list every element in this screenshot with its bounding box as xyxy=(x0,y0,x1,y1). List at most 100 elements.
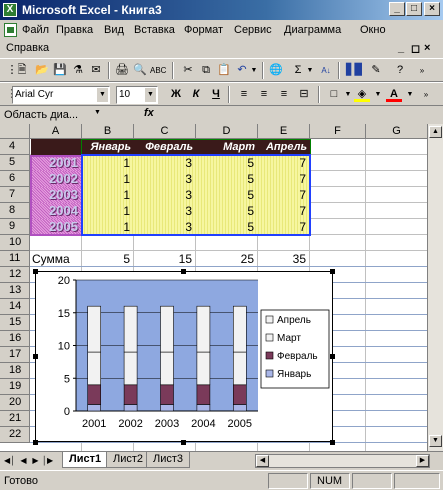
bar-segment[interactable] xyxy=(123,384,138,405)
bar-segment[interactable] xyxy=(160,404,174,412)
sum-label[interactable]: Сумма xyxy=(32,251,82,267)
x-tick-label[interactable]: 2001 xyxy=(82,418,106,430)
legend-label[interactable]: Апрель xyxy=(277,315,311,326)
row-header[interactable]: 17 xyxy=(0,347,30,363)
font-color-dropdown-icon[interactable]: ▼ xyxy=(402,87,418,102)
underline-button[interactable]: Ч xyxy=(208,87,224,102)
tab-sheet2[interactable]: Лист2 xyxy=(106,452,151,468)
first-sheet-icon[interactable]: ◀│ xyxy=(4,454,15,467)
chart-handle-mr[interactable] xyxy=(330,354,335,359)
name-box-dropdown-icon[interactable]: ▼ xyxy=(94,109,101,116)
bar-segment[interactable] xyxy=(87,351,102,386)
x-tick-label[interactable]: 2002 xyxy=(118,418,142,430)
fill-color-dropdown-icon[interactable]: ▼ xyxy=(370,87,386,102)
bar-segment[interactable] xyxy=(196,404,211,412)
menu-file[interactable]: Файл xyxy=(22,24,49,36)
legend-label[interactable]: Март xyxy=(277,333,301,344)
menu-chart[interactable]: Диаграмма xyxy=(284,24,341,36)
menu-tools[interactable]: Сервис xyxy=(234,24,272,36)
row-header[interactable]: 20 xyxy=(0,395,30,411)
y-tick-label[interactable]: 15 xyxy=(58,308,70,320)
bar-segment[interactable] xyxy=(123,305,138,353)
cut-icon[interactable]: ✂ xyxy=(180,63,196,78)
align-left-icon[interactable]: ≡ xyxy=(236,87,252,102)
select-all-corner[interactable] xyxy=(0,124,30,139)
chart-handle-bl[interactable] xyxy=(33,440,38,445)
toolbar-options-icon[interactable]: » xyxy=(414,63,430,78)
row-header[interactable]: 15 xyxy=(0,315,30,331)
bar-segment[interactable] xyxy=(87,404,102,412)
bar-segment[interactable] xyxy=(123,351,138,386)
row-header[interactable]: 6 xyxy=(0,171,30,187)
align-center-icon[interactable]: ≡ xyxy=(256,87,272,102)
toolbar-options-icon-2[interactable]: » xyxy=(418,87,434,102)
row-header[interactable]: 21 xyxy=(0,411,30,427)
menu-insert[interactable]: Вставка xyxy=(134,24,175,36)
legend-label[interactable]: Февраль xyxy=(277,351,318,362)
row-header[interactable]: 7 xyxy=(0,187,30,203)
chart-handle-tc[interactable] xyxy=(181,269,186,274)
bar-segment[interactable] xyxy=(233,351,247,386)
bar-segment[interactable] xyxy=(160,305,174,353)
autosum-dropdown-icon[interactable]: ▼ xyxy=(302,63,318,78)
menu-view[interactable]: Вид xyxy=(104,24,124,36)
doc-minimize-button[interactable]: _ xyxy=(398,42,404,54)
font-size-combo[interactable]: 10 ▼ xyxy=(116,86,158,104)
maximize-button[interactable]: □ xyxy=(406,2,422,16)
font-color-icon[interactable]: A xyxy=(386,87,402,102)
column-header[interactable]: B xyxy=(82,124,134,139)
y-tick-label[interactable]: 5 xyxy=(64,373,70,385)
bold-button[interactable]: Ж xyxy=(168,87,184,102)
fx-icon[interactable]: fx xyxy=(144,107,154,119)
row-header[interactable]: 19 xyxy=(0,379,30,395)
permission-icon[interactable]: ⚗ xyxy=(70,63,86,78)
scroll-down-icon[interactable]: ▼ xyxy=(429,435,442,447)
chart-handle-tr[interactable] xyxy=(330,269,335,274)
font-name-dropdown-icon[interactable]: ▼ xyxy=(97,88,108,102)
column-header[interactable]: C xyxy=(134,124,196,139)
close-button[interactable]: × xyxy=(424,2,440,16)
bar-segment[interactable] xyxy=(87,305,102,353)
row-header[interactable]: 10 xyxy=(0,235,30,251)
row-header[interactable]: 9 xyxy=(0,219,30,235)
bar-segment[interactable] xyxy=(160,351,174,386)
spelling-icon[interactable]: ABC xyxy=(150,63,166,78)
sum-cell[interactable]: 25 xyxy=(196,251,258,267)
bar-segment[interactable] xyxy=(196,384,211,405)
bar-segment[interactable] xyxy=(233,384,247,405)
header-cell-blank[interactable] xyxy=(31,139,82,155)
legend-swatch[interactable] xyxy=(265,351,274,360)
bar-segment[interactable] xyxy=(196,351,211,386)
row-header[interactable]: 16 xyxy=(0,331,30,347)
row-header[interactable]: 14 xyxy=(0,299,30,315)
bar-segment[interactable] xyxy=(233,404,247,412)
last-sheet-icon[interactable]: │▶ xyxy=(42,454,53,467)
prev-sheet-icon[interactable]: ◀ xyxy=(18,454,29,467)
chart-wizard-icon[interactable]: ▋▉ xyxy=(346,63,363,78)
x-tick-label[interactable]: 2004 xyxy=(191,418,215,430)
sum-cell[interactable]: 35 xyxy=(258,251,310,267)
paste-icon[interactable]: 📋 xyxy=(216,63,232,78)
workbook-icon[interactable] xyxy=(4,23,17,37)
align-right-icon[interactable]: ≡ xyxy=(276,87,292,102)
bar-segment[interactable] xyxy=(196,305,211,353)
hyperlink-icon[interactable]: 🌐 xyxy=(268,63,284,78)
row-header[interactable]: 22 xyxy=(0,427,30,443)
y-tick-label[interactable]: 0 xyxy=(64,406,70,418)
chart-area[interactable]: 0 5 10 15 20 2001 2002 2003 2004 2005 Апрель Март Фе… xyxy=(35,271,333,442)
minimize-button[interactable]: _ xyxy=(389,2,405,16)
menu-help[interactable]: Справка xyxy=(6,42,49,54)
fill-color-icon[interactable]: ◈ xyxy=(354,87,370,102)
row-header[interactable]: 12 xyxy=(0,267,30,283)
row-header[interactable]: 5 xyxy=(0,155,30,171)
chart-handle-br[interactable] xyxy=(330,440,335,445)
row-header[interactable]: 11 xyxy=(0,251,30,267)
excel-app-icon[interactable]: X xyxy=(3,3,17,17)
copy-icon[interactable]: ⧉ xyxy=(198,63,214,78)
font-size-dropdown-icon[interactable]: ▼ xyxy=(145,88,156,102)
column-header[interactable]: G xyxy=(366,124,428,139)
doc-restore-button[interactable]: ◻ xyxy=(411,42,420,55)
x-tick-label[interactable]: 2003 xyxy=(155,418,179,430)
sum-cell[interactable]: 15 xyxy=(134,251,196,267)
scroll-left-icon[interactable]: ◀ xyxy=(256,455,269,467)
